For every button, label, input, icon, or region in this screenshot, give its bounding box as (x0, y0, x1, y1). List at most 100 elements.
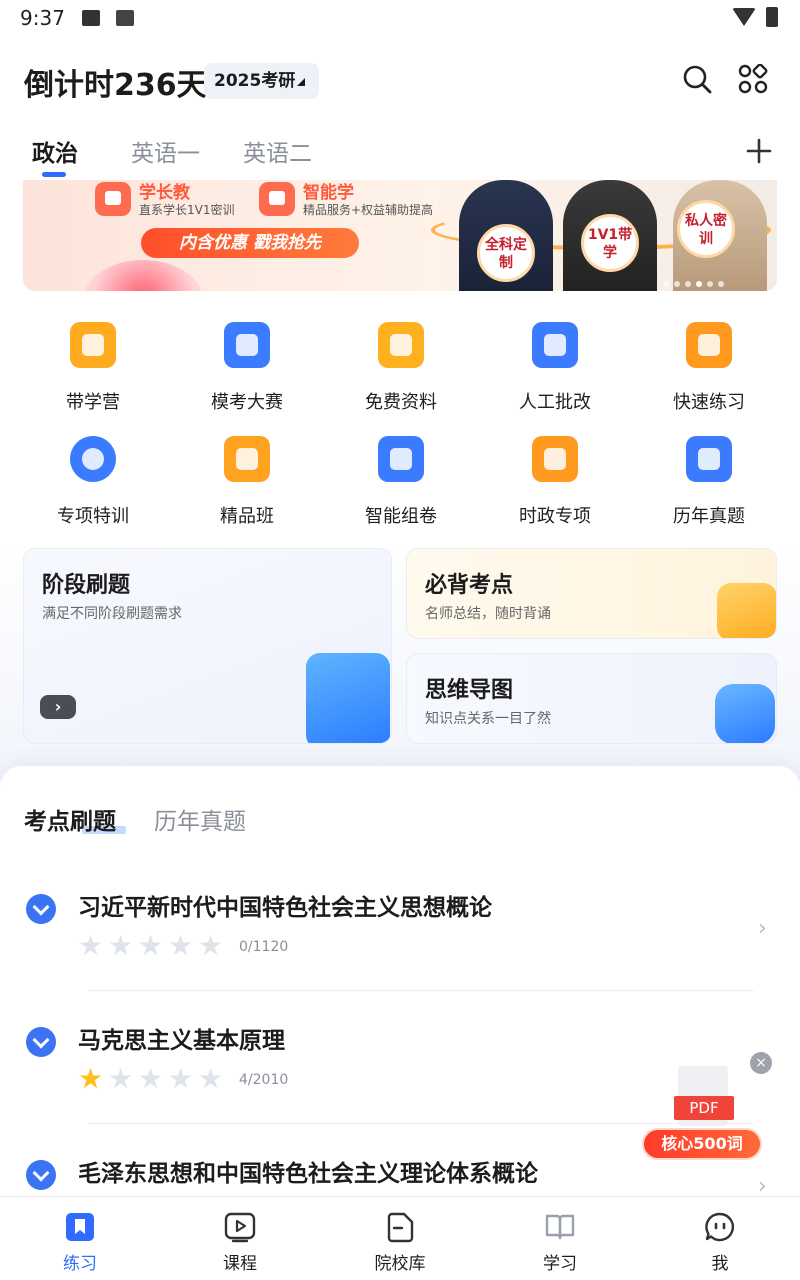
image-notification-icon (82, 10, 100, 26)
chevron-right-icon: › (758, 1174, 767, 1196)
countdown-title: 倒计时236天 (24, 68, 207, 103)
add-subject-icon[interactable] (746, 138, 772, 164)
carousel-dot (707, 281, 713, 287)
carousel-dot (685, 281, 691, 287)
grid-item-label: 免费资料 (365, 392, 437, 413)
carousel-dot (674, 281, 680, 287)
battery-icon (766, 7, 778, 27)
grid-item-manual-grading[interactable]: 人工批改 (478, 318, 632, 418)
banner-decoration (83, 260, 203, 291)
star-icon: ★ (138, 1062, 164, 1095)
nav-label: 我 (711, 1254, 729, 1274)
grid-item-label: 精品班 (220, 506, 274, 527)
pdf-promo-float[interactable]: PDF × 核心500词 (642, 1052, 772, 1162)
star-icon: ★ (108, 929, 134, 962)
card-title: 思维导图 (425, 678, 514, 703)
nav-study[interactable]: 学习 (480, 1197, 640, 1280)
status-bar: 9:37 (0, 0, 800, 36)
nav-practice[interactable]: 练习 (0, 1197, 160, 1280)
star-icon: ★ (198, 1062, 224, 1095)
card-mind-map[interactable]: 思维导图 知识点关系一目了然 (406, 653, 777, 744)
star-icon: ★ (78, 929, 104, 962)
star-doc-icon (532, 436, 578, 482)
grid-item-current-affairs[interactable]: 时政专项 (478, 432, 632, 532)
grid-item-label: 模考大赛 (211, 392, 283, 413)
pdf-promo-label[interactable]: 核心500词 (642, 1128, 762, 1160)
card-key-points[interactable]: 必背考点 名师总结，随时背诵 (406, 548, 777, 639)
bookmark-clock-icon (686, 436, 732, 482)
grid-apps-icon[interactable] (738, 64, 768, 94)
list-item[interactable]: 习近平新时代中国特色社会主义思想概论 ★ ★ ★ ★ ★ 0/1120 › (0, 870, 800, 1002)
grid-item-study-camp[interactable]: 带学营 (16, 318, 170, 418)
year-selector-label: 2025考研 (214, 71, 296, 91)
grid-item-ai-paper[interactable]: 智能组卷 (324, 432, 478, 532)
target-icon (70, 436, 116, 482)
banner-badge: 私人密训 (677, 200, 735, 258)
grid-item-label: 智能组卷 (365, 506, 437, 527)
progress-count: 4/2010 (239, 1072, 289, 1088)
ai-paper-icon (378, 436, 424, 482)
banner-item-title: 学长教 (139, 183, 190, 203)
bookmark-icon (66, 1213, 94, 1241)
banner-badge: 全科定制 (477, 224, 535, 282)
tab-english-1[interactable]: 英语一 (131, 134, 200, 168)
grid-item-quick-practice[interactable]: 快速练习 (632, 318, 786, 418)
shield-check-icon (70, 322, 116, 368)
nav-label: 练习 (63, 1254, 97, 1274)
year-selector[interactable]: 2025考研 (204, 63, 320, 99)
expand-chevron-icon[interactable] (26, 894, 56, 924)
trophy-icon (224, 322, 270, 368)
chart-icon (259, 182, 295, 216)
grid-item-free-materials[interactable]: 免费资料 (324, 318, 478, 418)
carousel-dot (663, 281, 669, 287)
card-arrow-button[interactable]: › (40, 695, 76, 719)
tab-underline (42, 172, 66, 177)
diamond-board-icon (224, 436, 270, 482)
banner-cta[interactable]: 内含优惠 戳我抢先 (141, 228, 359, 258)
close-icon[interactable]: × (750, 1052, 772, 1074)
banner-item-sub: 直系学长1V1密训 (139, 203, 235, 217)
chevron-right-icon: › (758, 916, 767, 941)
star-icon: ★ (168, 929, 194, 962)
grid-item-label: 快速练习 (673, 392, 745, 413)
pdf-tag: PDF (674, 1096, 734, 1120)
grid-item-label: 专项特训 (57, 506, 129, 527)
tab-point-practice[interactable]: 考点刷题 (24, 802, 116, 836)
grid-item-label: 历年真题 (673, 506, 745, 527)
card-subtitle: 名师总结，随时背诵 (425, 606, 551, 622)
card-title: 阶段刷题 (42, 573, 131, 598)
expand-chevron-icon[interactable] (26, 1027, 56, 1057)
progress-count: 0/1120 (239, 939, 289, 955)
search-icon[interactable] (682, 64, 712, 94)
dropdown-triangle-icon (297, 78, 306, 86)
banner-badge: 1V1带学 (581, 214, 639, 272)
carousel-dots (663, 272, 729, 287)
mind-map-icon (715, 684, 775, 743)
nav-schools[interactable]: 院校库 (320, 1197, 480, 1280)
bar-chart-icon (306, 653, 390, 743)
nav-me[interactable]: 我 (640, 1197, 800, 1280)
play-icon (224, 1212, 256, 1243)
checklist-icon (532, 322, 578, 368)
nav-courses[interactable]: 课程 (160, 1197, 320, 1280)
grid-item-special-training[interactable]: 专项特训 (16, 432, 170, 532)
promo-banner[interactable]: 学长教 直系学长1V1密训 智能学 精品服务+权益辅助提高 内含优惠 戳我抢先 … (23, 180, 777, 291)
expand-chevron-icon[interactable] (26, 1160, 56, 1190)
carousel-dot (718, 281, 724, 287)
search-doc-icon (378, 322, 424, 368)
subject-title: 马克思主义基本原理 (78, 1028, 285, 1054)
card-stage-practice[interactable]: 阶段刷题 满足不同阶段刷题需求 › (23, 548, 392, 744)
grid-item-label: 带学营 (66, 392, 120, 413)
grid-item-past-exams[interactable]: 历年真题 (632, 432, 786, 532)
tab-english-2[interactable]: 英语二 (243, 134, 312, 168)
grid-item-label: 人工批改 (519, 392, 591, 413)
tab-past-papers[interactable]: 历年真题 (154, 802, 246, 836)
tab-politics[interactable]: 政治 (32, 134, 78, 168)
folder-icon (717, 583, 776, 638)
wifi-icon (732, 8, 756, 26)
grid-item-mock-exam[interactable]: 模考大赛 (170, 318, 324, 418)
grid-item-premium-class[interactable]: 精品班 (170, 432, 324, 532)
star-filled-icon: ★ (78, 1062, 104, 1095)
subject-tabs: 政治 英语一 英语二 (0, 130, 800, 178)
star-icon: ★ (138, 929, 164, 962)
